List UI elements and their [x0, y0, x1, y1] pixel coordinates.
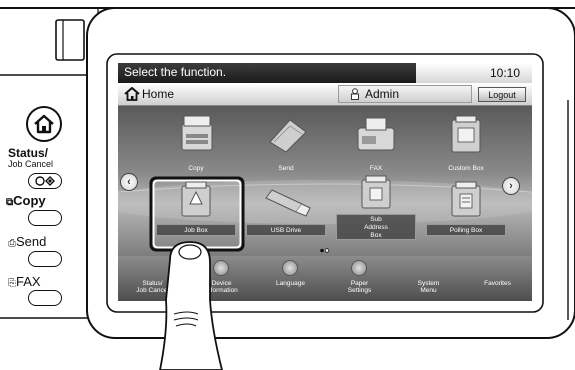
- selection-overlay: [149, 176, 245, 370]
- selection-highlight: [149, 176, 245, 252]
- finger-pointer-icon: [159, 241, 223, 370]
